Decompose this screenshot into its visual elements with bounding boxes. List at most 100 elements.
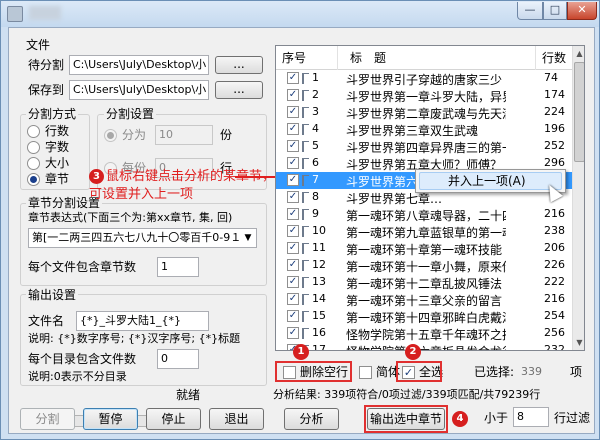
table-row[interactable]: ✓ 3 斗罗世界第二章废武魂与先天满魂力 224 — [276, 104, 572, 121]
radio-lines[interactable] — [27, 125, 40, 138]
client-area: 文件 待分割 C:\Users\July\Desktop\小 ... 保存到 C… — [8, 27, 595, 434]
header-title[interactable]: 标 题 — [338, 46, 536, 70]
pause-button[interactable]: 暂停 — [83, 408, 138, 430]
row-checkbox[interactable]: ✓ — [287, 259, 299, 271]
scroll-up-icon[interactable]: ▲ — [573, 46, 584, 61]
header-index[interactable]: 序号 — [276, 46, 338, 70]
filter-lines-input[interactable]: 8 — [513, 407, 549, 427]
radio-chars-label: 字数 — [45, 140, 70, 154]
table-row[interactable]: ✓ 11 第一魂环第十章第一魂环技能 206 — [276, 240, 572, 257]
table-row[interactable]: ✓ 4 斗罗世界第三章双生武魂 196 — [276, 121, 572, 138]
browse-split-button[interactable]: ... — [215, 56, 263, 74]
row-checkbox[interactable]: ✓ — [287, 140, 299, 152]
row-count: 252 — [544, 139, 565, 152]
table-row[interactable]: ✓ 9 第一魂环第八章魂导器，二十四桥… 216 — [276, 206, 572, 223]
filename-input[interactable]: {*}_斗罗大陆1_{*} — [76, 311, 209, 331]
row-index: 5 — [312, 139, 319, 152]
row-title: 斗罗世界第二章废武魂与先天满魂力 — [346, 107, 506, 121]
row-index: 15 — [312, 309, 326, 322]
split-file-input[interactable]: C:\Users\July\Desktop\小 — [69, 55, 209, 75]
radio-divide[interactable] — [104, 129, 117, 142]
row-index: 12 — [312, 258, 326, 271]
files-per-dir-input[interactable]: 0 — [157, 349, 199, 369]
table-row[interactable]: ✓ 14 第一魂环第十三章父亲的留言 216 — [276, 291, 572, 308]
chapter-icon — [302, 226, 309, 237]
row-index: 8 — [312, 190, 319, 203]
table-row[interactable]: ✓ 2 斗罗世界第一章斗罗大陆，异界唐三 174 — [276, 87, 572, 104]
save-to-input[interactable]: C:\Users\July\Desktop\小 — [69, 80, 209, 100]
stop-button[interactable]: 停止 — [146, 408, 201, 430]
row-checkbox[interactable]: ✓ — [287, 276, 299, 288]
table-row[interactable]: ✓ 10 第一魂环第九章蓝银草的第一魂环 238 — [276, 223, 572, 240]
chapters-per-file-label: 每个文件包含章节数 — [28, 260, 137, 274]
row-checkbox[interactable]: ✓ — [287, 293, 299, 305]
divide-input[interactable]: 10 — [155, 125, 213, 145]
merge-previous-menu-item[interactable]: 并入上一项(A) — [419, 172, 562, 190]
table-row[interactable]: ✓ 12 第一魂环第十一章小舞，原来你真… 226 — [276, 257, 572, 274]
row-index: 9 — [312, 207, 319, 220]
table-row[interactable]: ✓ 5 斗罗世界第四章异界唐三的第一件… 252 — [276, 138, 572, 155]
row-checkbox[interactable]: ✓ — [287, 327, 299, 339]
filter-unit: 行过滤 — [554, 411, 591, 425]
row-checkbox[interactable]: ✓ — [287, 191, 299, 203]
row-checkbox[interactable]: ✓ — [287, 157, 299, 169]
row-title: 斗罗世界第一章斗罗大陆，异界唐三 — [346, 90, 506, 104]
row-title: 第一魂环第十二章乱披风锤法 — [346, 277, 503, 291]
files-per-dir-label: 每个目录包含文件数 — [28, 352, 137, 366]
radio-size[interactable] — [27, 157, 40, 170]
row-checkbox[interactable]: ✓ — [287, 123, 299, 135]
minimize-button[interactable]: — — [517, 2, 543, 20]
table-row[interactable]: ✓17怪物学院第十六章板晶发金龙须针232 — [276, 342, 572, 350]
row-count: 254 — [544, 309, 565, 322]
chapter-expr-value: 第[一二两三四五六七八九十〇零百千0-9１２３ — [32, 231, 257, 244]
chevron-down-icon[interactable]: ▼ — [240, 229, 256, 247]
chapter-icon — [302, 141, 309, 152]
row-checkbox[interactable]: ✓ — [287, 208, 299, 220]
table-row[interactable]: ✓ 16 怪物学院第十五章千年魂环之技，… 256 — [276, 325, 572, 342]
export-highlight — [364, 405, 448, 433]
radio-chapter[interactable] — [27, 173, 40, 186]
row-checkbox[interactable]: ✓ — [287, 225, 299, 237]
row-index: 4 — [312, 122, 319, 135]
table-row[interactable]: ✓ 1 斗罗世界引子穿越的唐家三少 74 — [276, 70, 572, 87]
simplified-checkbox[interactable] — [359, 366, 372, 379]
scroll-thumb[interactable] — [574, 62, 584, 162]
row-count: 296 — [544, 156, 565, 169]
chapter-list[interactable]: 序号 标 题 行数 ✓ 1 斗罗世界引子穿越的唐家三少 74 ✓ 2 斗罗世界第一章斗罗大陆… — [275, 45, 585, 351]
row-index: 2 — [312, 88, 319, 101]
scroll-down-icon[interactable]: ▼ — [573, 335, 584, 350]
row-title: 斗罗世界第四章异界唐三的第一件… — [346, 141, 506, 155]
header-count[interactable]: 行数 — [536, 46, 576, 70]
row-checkbox[interactable]: ✓ — [287, 106, 299, 118]
radio-chars[interactable] — [27, 141, 40, 154]
badge-3: 3 — [89, 169, 104, 184]
less-than-label: 小于 — [484, 411, 509, 425]
title-bar[interactable]: — □ ✕ — [1, 1, 599, 27]
row-checkbox[interactable]: ✓ — [287, 89, 299, 101]
maximize-button[interactable]: □ — [543, 2, 567, 20]
row-checkbox[interactable]: ✓ — [287, 310, 299, 322]
row-title: 怪物学院第十六章板晶发金龙须针 — [346, 343, 506, 350]
chapter-icon — [302, 294, 309, 305]
vertical-scrollbar[interactable]: ▲ ▼ — [572, 46, 584, 350]
chapter-icon — [302, 209, 309, 220]
app-window: — □ ✕ 文件 待分割 C:\Users\July\Desktop\小 ...… — [0, 0, 600, 440]
chapter-icon — [302, 107, 309, 118]
row-count: 74 — [544, 71, 558, 84]
close-button[interactable]: ✕ — [567, 2, 597, 20]
output-settings-label: 输出设置 — [26, 288, 79, 302]
row-checkbox[interactable]: ✓ — [287, 174, 299, 186]
row-checkbox[interactable]: ✓ — [287, 242, 299, 254]
row-index: 14 — [312, 292, 326, 305]
browse-save-button[interactable]: ... — [215, 81, 263, 99]
table-row[interactable]: ✓ 15 第一魂环第十四章邪眸白虎戴沐白 254 — [276, 308, 572, 325]
exit-button[interactable]: 退出 — [209, 408, 264, 430]
analyze-button[interactable]: 分析 — [284, 408, 339, 430]
split-button[interactable]: 分割 — [20, 408, 75, 430]
chapter-expr-combo[interactable]: 第[一二两三四五六七八九十〇零百千0-9１２３ ▼ — [28, 228, 257, 248]
table-row[interactable]: ✓ 13 第一魂环第十二章乱披风锤法 222 — [276, 274, 572, 291]
row-checkbox[interactable]: ✓ — [287, 72, 299, 84]
window-title-blurred — [29, 6, 61, 20]
chapter-icon — [302, 158, 309, 169]
chapters-per-file-input[interactable]: 1 — [157, 257, 199, 277]
